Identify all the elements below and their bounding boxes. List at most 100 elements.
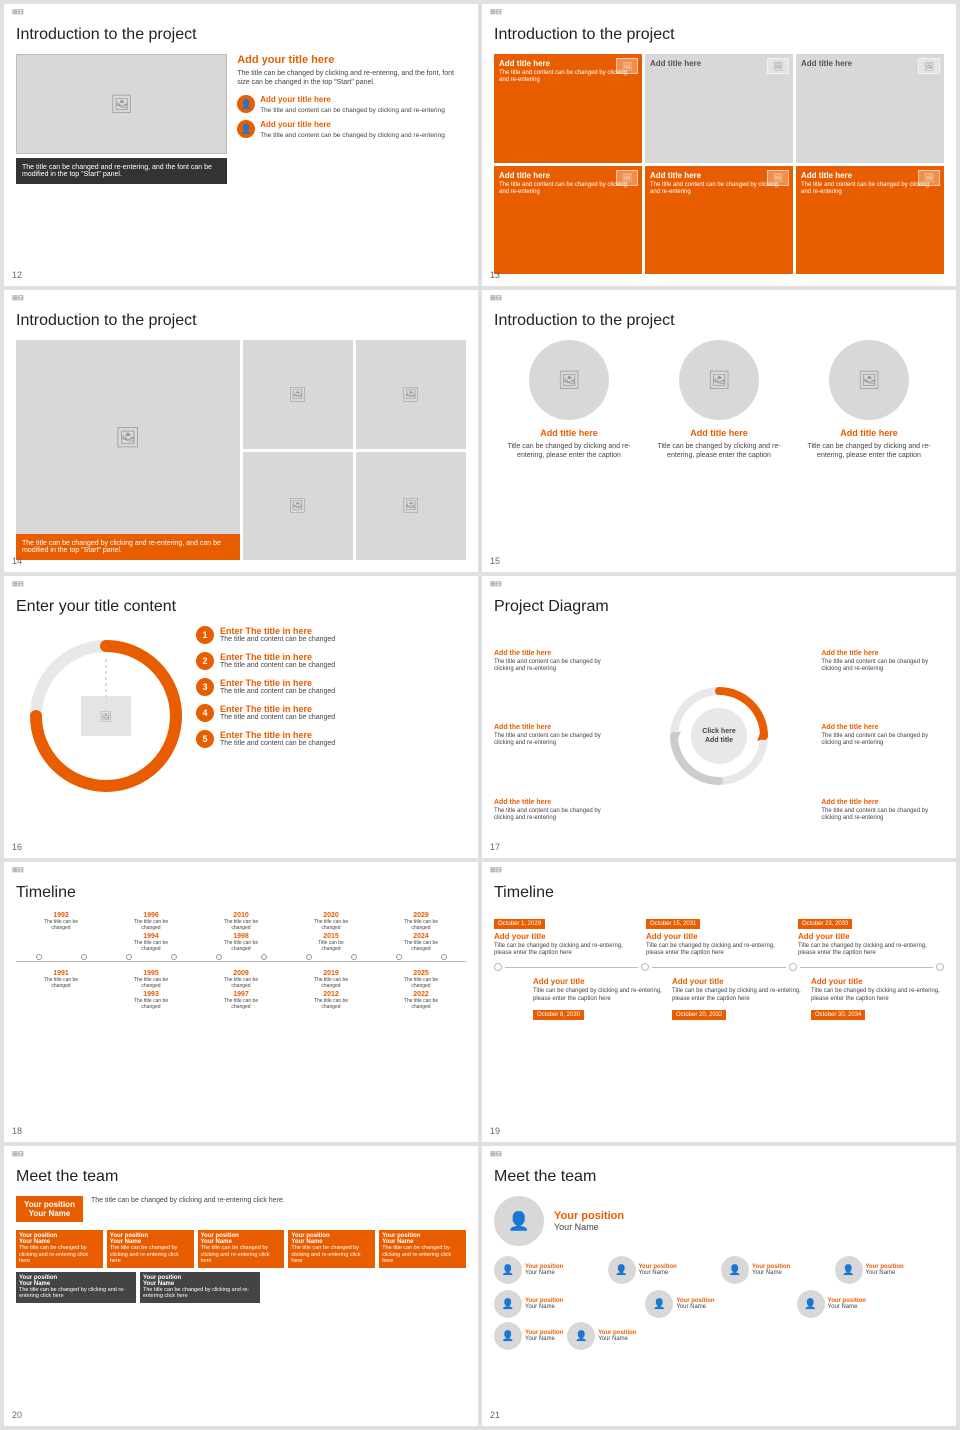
tl-bottom-cols-19: Add your title Title can be changed by c…	[494, 977, 944, 1022]
tl-byear-18-6: 1997	[222, 991, 260, 998]
tl-dot-19-2	[789, 963, 797, 971]
member-desc-20-0: The title can be changed by clicking and…	[19, 1245, 100, 1265]
tl-bdesc-19-0: Title can be changed by clicking and re-…	[533, 988, 666, 1002]
member-20-0[interactable]: Your position Your Name The title can be…	[16, 1230, 103, 1268]
tl-year-18-1: 1996	[132, 912, 170, 919]
tl-title-19-0[interactable]: Add your title	[494, 932, 640, 941]
member-20-4[interactable]: Your position Your Name The title can be…	[379, 1230, 466, 1268]
diag-left-title-17-2[interactable]: Add the title here	[494, 799, 617, 806]
circle-desc-15-2: Title can be changed by clicking and re-…	[802, 442, 937, 460]
grid-13: 🖼 Add title here The title and content c…	[494, 54, 944, 274]
date-bbadge-19-1: October 20, 2032	[672, 1010, 726, 1020]
avatar-21-0: 👤	[494, 1256, 522, 1284]
r3-info-21-1: Your position Your Name	[598, 1330, 636, 1342]
small-img-14-2: 🖼	[243, 452, 353, 561]
logo-13: ⊞⊟	[490, 8, 502, 16]
tl-desc-19-2: Title can be changed by clicking and re-…	[798, 943, 944, 957]
add-title-12[interactable]: Add your title here	[237, 54, 466, 66]
b-name-21-1: Your Name	[676, 1304, 714, 1310]
tl-line-h-19-0	[505, 967, 638, 968]
tl-desc-18-6: The title can be changed	[222, 940, 260, 952]
step-desc-16-0: The title and content can be changed	[220, 636, 335, 643]
step-num-16-2: 3	[196, 678, 214, 696]
logo-14: ⊞⊟	[12, 294, 24, 302]
tl-dot-18-7	[351, 954, 357, 960]
diag-right-title-17-1[interactable]: Add the title here	[821, 724, 944, 731]
caption-12: The title can be changed and re-entering…	[16, 158, 227, 184]
dark-desc-20-1: The title can be changed by clicking and…	[143, 1287, 257, 1300]
tl-col-19-1: October 15, 2031 Add your title Title ca…	[646, 912, 792, 957]
circle-title-15-0[interactable]: Add title here	[502, 428, 637, 438]
tl-bdesc-18-4: The title can be changed	[402, 977, 440, 989]
svg-text:🖼: 🖼	[100, 711, 113, 723]
step-title-16-2[interactable]: Enter The title in here	[220, 678, 335, 688]
m-name-21-3: Your Name	[866, 1270, 904, 1276]
diag-right-title-17-2[interactable]: Add the title here	[821, 799, 944, 806]
cell-13-4[interactable]: 🖼 Add title here The title and content c…	[645, 166, 793, 275]
top-position-badge-20[interactable]: Your position Your Name	[16, 1196, 83, 1222]
cell-13-3[interactable]: 🖼 Add title here The title and content c…	[494, 166, 642, 275]
r3-info-21-0: Your position Your Name	[525, 1330, 563, 1342]
slide-19: ⊞⊟ Timeline October 1, 2029 Add your tit…	[482, 862, 956, 1142]
circle-title-15-2[interactable]: Add title here	[802, 428, 937, 438]
tl-title-19-1[interactable]: Add your title	[646, 932, 792, 941]
avatar-b21-2: 👤	[797, 1290, 825, 1318]
icon1-title-12[interactable]: Add your title here	[260, 95, 445, 104]
dark-member-20-0[interactable]: Your position Your Name The title can be…	[16, 1272, 136, 1303]
cell-img-13-0: 🖼	[616, 58, 638, 74]
center-circle-17[interactable]: Click hereAdd title	[669, 686, 769, 786]
step-title-16-1[interactable]: Enter The title in here	[220, 652, 335, 662]
avatar-b21-0: 👤	[494, 1290, 522, 1318]
tl-bdesc-18-0: The title can be changed	[42, 977, 80, 989]
slide-13: ⊞⊟ Introduction to the project 🖼 Add tit…	[482, 4, 956, 286]
tl-btitle-19-0[interactable]: Add your title	[533, 977, 666, 986]
diag-left-title-17-0[interactable]: Add the title here	[494, 650, 617, 657]
member-desc-20-3: The title can be changed by clicking and…	[291, 1245, 372, 1265]
cell-13-2[interactable]: 🖼 Add title here	[796, 54, 944, 163]
step-16-3: 4 Enter The title in here The title and …	[196, 704, 466, 722]
logo-15: ⊞⊟	[490, 294, 502, 302]
tl-desc-18-1: The title can be changed	[132, 919, 170, 931]
tl-sub-top-18: 1994 The title can be changed 1998 The t…	[16, 933, 466, 952]
member-20-2[interactable]: Your position Your Name The title can be…	[198, 1230, 285, 1268]
dark-desc-20-0: The title can be changed by clicking and…	[19, 1287, 133, 1300]
tl-year-18-7: 2015	[312, 933, 350, 940]
tl-byear-18-7: 2012	[312, 991, 350, 998]
member-20-1[interactable]: Your position Your Name The title can be…	[107, 1230, 194, 1268]
member-20-3[interactable]: Your position Your Name The title can be…	[288, 1230, 375, 1268]
member-21-2: 👤 Your position Your Name	[721, 1256, 831, 1284]
slide-num-16: 16	[12, 842, 22, 852]
tl-year-18-2: 2010	[222, 912, 260, 919]
left-large-14: 🖼 The title can be changed by clicking a…	[16, 340, 240, 560]
cell-13-0[interactable]: 🖼 Add title here The title and content c…	[494, 54, 642, 163]
tl-btitle-19-2[interactable]: Add your title	[811, 977, 944, 986]
member-21-1: 👤 Your position Your Name	[608, 1256, 718, 1284]
slides-grid: ⊞⊟ Introduction to the project 🖼 The tit…	[0, 0, 960, 1430]
icon-row2-12: 👤 Add your title here The title and cont…	[237, 120, 466, 139]
tl-bdesc-18-1: The title can be changed	[132, 977, 170, 989]
cell-13-1[interactable]: 🖼 Add title here	[645, 54, 793, 163]
circle-title-15-1[interactable]: Add title here	[652, 428, 787, 438]
tl-title-19-2[interactable]: Add your title	[798, 932, 944, 941]
step-num-16-4: 5	[196, 730, 214, 748]
title-17: Project Diagram	[494, 598, 944, 616]
tl-btitle-19-1[interactable]: Add your title	[672, 977, 805, 986]
title-12: Introduction to the project	[16, 26, 466, 44]
tl-dot-19-1	[641, 963, 649, 971]
circle-item-15-1: 🖼 Add title here Title can be changed by…	[652, 340, 787, 460]
tl-line-h-19-2	[800, 967, 933, 968]
cell-13-5[interactable]: 🖼 Add title here The title and content c…	[796, 166, 944, 275]
small-img-14-0: 🖼	[243, 340, 353, 449]
icon2-title-12[interactable]: Add your title here	[260, 120, 445, 129]
step-title-16-0[interactable]: Enter The title in here	[220, 626, 335, 636]
member-grid-21: 👤 Your position Your Name 👤 Your positio…	[494, 1256, 944, 1284]
dark-member-20-1[interactable]: Your position Your Name The title can be…	[140, 1272, 260, 1303]
content-grid-14: 🖼 The title can be changed by clicking a…	[16, 340, 466, 560]
center-text-17[interactable]: Click hereAdd title	[702, 727, 735, 745]
slide-num-15: 15	[490, 556, 500, 566]
step-title-16-4[interactable]: Enter The title in here	[220, 730, 335, 740]
step-title-16-3[interactable]: Enter The title in here	[220, 704, 335, 714]
diag-right-title-17-0[interactable]: Add the title here	[821, 650, 944, 657]
diag-left-title-17-1[interactable]: Add the title here	[494, 724, 617, 731]
tl-bdesc-19-1: Title can be changed by clicking and re-…	[672, 988, 805, 1002]
